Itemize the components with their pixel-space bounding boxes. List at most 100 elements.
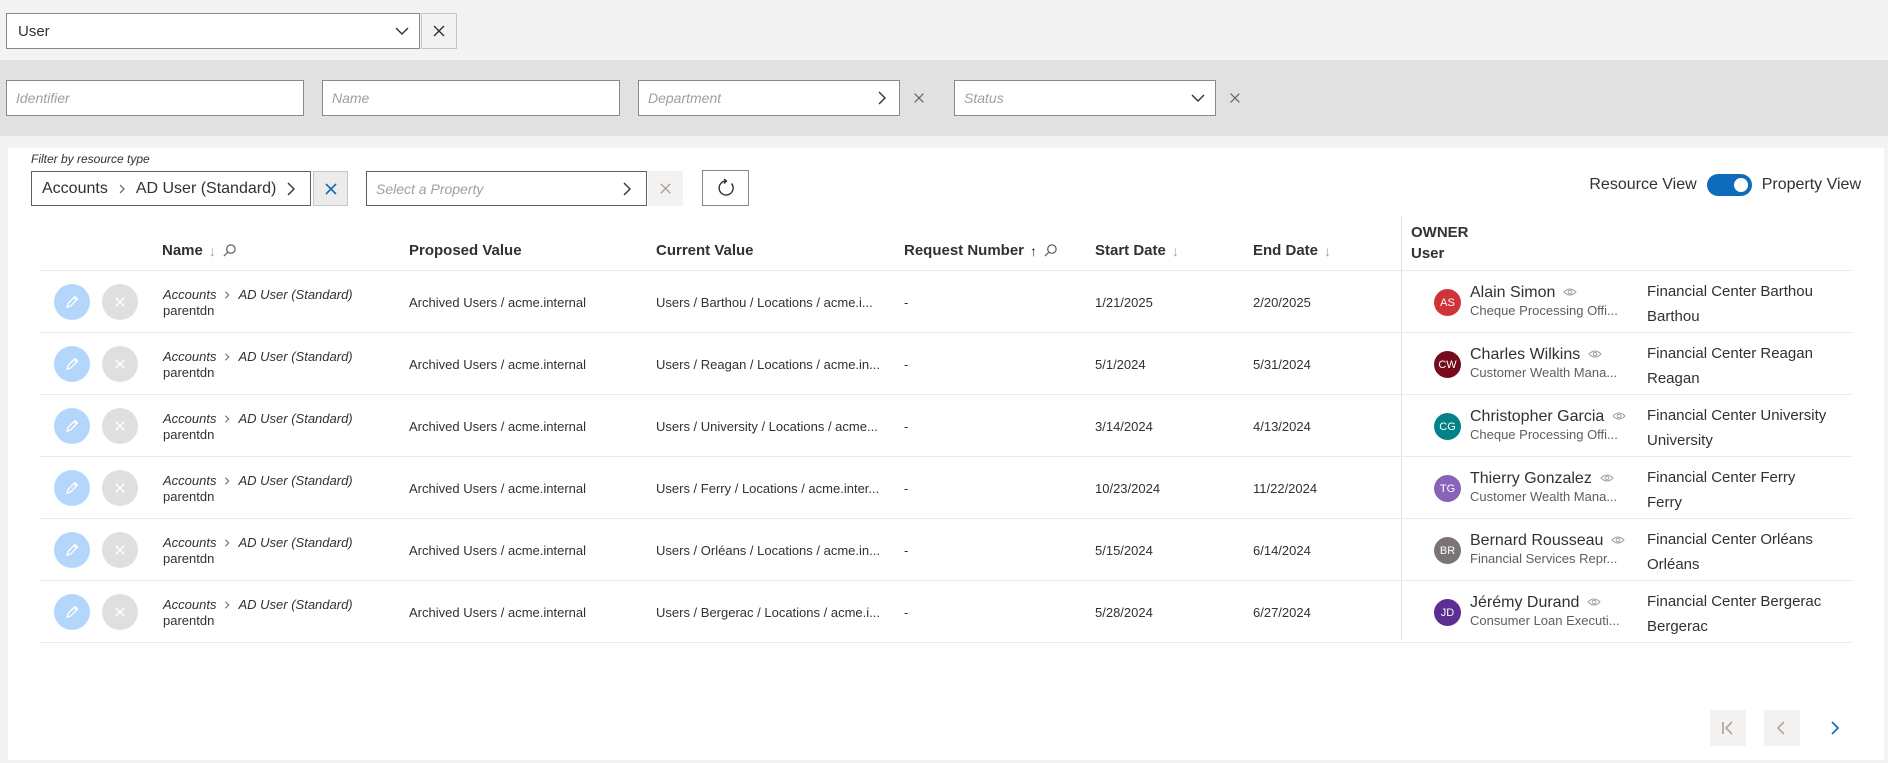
owner-cell[interactable]: Alain Simon Cheque Processing Offi... [1470,284,1622,318]
owner-cell[interactable]: Jérémy Durand Consumer Loan Executi... [1470,594,1622,628]
owner-title: Financial Services Repr... [1470,551,1618,566]
department-picker[interactable]: Department [638,80,900,116]
avatar: CW [1434,351,1461,378]
column-header-end[interactable]: End Date ↓ [1253,242,1331,259]
name-input[interactable]: Name [322,80,620,116]
owner-cell[interactable]: Christopher Garcia Cheque Processing Offi… [1470,408,1626,442]
location-cell: Financial Center University University [1647,403,1847,453]
owner-title: Consumer Loan Executi... [1470,613,1620,628]
clear-resource-type-button[interactable] [313,171,348,206]
previous-page-button[interactable] [1764,710,1800,746]
property-picker[interactable]: Select a Property [366,171,647,206]
discard-button[interactable] [102,594,138,630]
owner-cell[interactable]: Bernard Rousseau Financial Services Repr.… [1470,532,1626,566]
owner-cell[interactable]: Charles Wilkins Customer Wealth Mana... [1470,346,1622,380]
next-page-button[interactable] [1816,710,1852,746]
location-short: Orléans [1647,556,1700,573]
discard-button[interactable] [102,470,138,506]
table-row: Accounts AD User (Standard) parentdn Archiv… [40,519,1852,581]
current-value: Users / Reagan / Locations / acme.in... [656,357,880,372]
discard-button[interactable] [102,532,138,568]
table-row: Accounts AD User (Standard) parentdn Archiv… [40,271,1852,333]
table-row: Accounts AD User (Standard) parentdn Archiv… [40,457,1852,519]
edit-button[interactable] [54,284,90,320]
column-header-end-label: End Date [1253,242,1319,259]
location-name: Financial Center Ferry [1647,469,1796,486]
resource-name-label: AD User (Standard) [238,411,353,426]
location-name: Financial Center Reagan [1647,345,1813,362]
clear-department-button[interactable] [901,80,937,116]
identifier-placeholder: Identifier [16,90,70,106]
column-header-current[interactable]: Current Value [656,242,754,259]
view-toggle-switch[interactable] [1706,174,1752,196]
location-name: Financial Center University [1647,407,1827,424]
clear-status-button[interactable] [1217,80,1253,116]
edit-button[interactable] [54,408,90,444]
owner-title: Customer Wealth Mana... [1470,489,1618,504]
pencil-icon [66,419,79,432]
proposed-value: Archived Users / acme.internal [409,357,587,372]
resource-type-label: Accounts [163,349,217,364]
eye-icon[interactable] [1563,284,1578,302]
avatar: TG [1434,475,1461,502]
end-date: 11/22/2024 [1253,481,1318,496]
clear-property-button[interactable] [648,171,683,206]
search-icon[interactable] [222,243,237,258]
location-short: Bergerac [1647,618,1708,635]
close-icon [115,359,125,369]
location-short: Reagan [1647,370,1700,387]
owner-name: Charles Wilkins [1470,346,1581,363]
property-name: parentdn [163,551,215,566]
eye-icon[interactable] [1612,408,1626,426]
table-row: Accounts AD User (Standard) parentdn Archiv… [40,581,1852,643]
discard-button[interactable] [102,408,138,444]
property-name: parentdn [163,303,215,318]
entity-type-select[interactable]: User [6,13,420,49]
resource-crumb-2: AD User (Standard) [135,179,277,197]
edit-button[interactable] [54,594,90,630]
column-header-proposed[interactable]: Proposed Value [409,242,522,259]
resource-type-label: Accounts [163,535,217,550]
avatar: JD [1434,599,1461,626]
request-number: - [904,295,909,310]
eye-icon[interactable] [1600,470,1614,488]
first-page-button[interactable] [1710,710,1746,746]
resource-type-picker[interactable]: Accounts AD User (Standard) [31,171,311,206]
start-date: 5/1/2024 [1095,357,1146,372]
discard-button[interactable] [102,346,138,382]
pencil-icon [66,295,79,308]
current-value: Users / Bergerac / Locations / acme.i... [656,605,880,620]
resource-type-label: Accounts [163,411,217,426]
edit-button[interactable] [54,532,90,568]
location-short: Ferry [1647,494,1682,511]
property-name: parentdn [163,427,215,442]
owner-cell[interactable]: Thierry Gonzalez Customer Wealth Mana... [1470,470,1622,504]
chevron-right-icon [287,182,295,196]
column-header-name-label: Name [162,242,203,259]
column-header-owner: OWNER User [1411,222,1469,264]
resource-cell: Accounts AD User (Standard) parentdn [163,411,353,443]
eye-icon[interactable] [1587,594,1602,612]
close-icon [324,182,337,195]
location-short: Barthou [1647,308,1700,325]
status-select[interactable]: Status [954,80,1216,116]
close-icon [115,297,125,307]
sort-arrow-up-icon: ↑ [1030,242,1038,259]
search-icon[interactable] [1043,243,1058,258]
proposed-value: Archived Users / acme.internal [409,419,587,434]
column-header-request[interactable]: Request Number ↑ [904,242,1058,259]
chevron-right-icon [222,600,232,610]
owner-title: Customer Wealth Mana... [1470,365,1618,380]
edit-button[interactable] [54,470,90,506]
clear-entity-button[interactable] [421,13,457,49]
identifier-input[interactable]: Identifier [6,80,304,116]
owner-name: Alain Simon [1470,284,1556,301]
eye-icon[interactable] [1588,346,1602,364]
edit-button[interactable] [54,346,90,382]
eye-icon[interactable] [1611,532,1626,550]
refresh-button[interactable] [702,170,749,206]
column-header-start[interactable]: Start Date ↓ [1095,242,1179,259]
start-date: 5/15/2024 [1095,543,1153,558]
discard-button[interactable] [102,284,138,320]
column-header-name[interactable]: Name ↓ [162,242,237,259]
